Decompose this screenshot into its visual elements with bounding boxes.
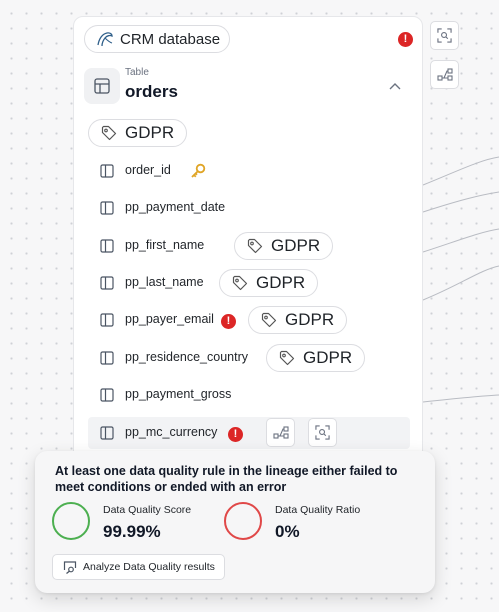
- tag-label: GDPR: [303, 348, 353, 367]
- column-row[interactable]: pp_residence_country GDPR: [88, 342, 410, 374]
- lineage-edge: [422, 156, 499, 186]
- column-lineage-button[interactable]: [266, 418, 295, 447]
- collapse-button[interactable]: [384, 75, 406, 97]
- column-row[interactable]: order_id: [88, 155, 410, 187]
- column-icon: [100, 426, 114, 440]
- column-row-selected[interactable]: pp_mc_currency !: [88, 417, 410, 449]
- column-icon: [100, 313, 114, 327]
- analyze-icon: [63, 561, 77, 574]
- tag-icon: [101, 125, 117, 141]
- tag-label: GDPR: [125, 123, 175, 142]
- column-row[interactable]: pp_payment_date: [88, 192, 410, 224]
- chevron-up-icon: [389, 83, 401, 90]
- score-label: Data Quality Score: [103, 504, 192, 516]
- column-name: pp_payment_gross: [125, 387, 232, 401]
- column-name: order_id: [125, 163, 171, 177]
- column-name: pp_payer_email: [125, 312, 214, 326]
- column-focus-button[interactable]: [308, 418, 337, 447]
- dolphin-icon: [97, 32, 113, 47]
- lineage-edge: [422, 191, 499, 213]
- tag-label: GDPR: [271, 236, 321, 255]
- score-value: 99.99%: [103, 522, 161, 541]
- node-error-icon[interactable]: !: [398, 32, 413, 47]
- column-name: pp_last_name: [125, 275, 204, 289]
- ratio-label: Data Quality Ratio: [275, 504, 361, 516]
- table-kind-label: Table: [125, 67, 149, 78]
- lineage-edge: [422, 228, 499, 253]
- tag-icon: [261, 312, 277, 328]
- ratio-value: 0%: [275, 522, 300, 541]
- tag-icon: [279, 350, 295, 366]
- column-tag[interactable]: GDPR: [248, 306, 348, 334]
- table-node-card[interactable]: CRM database ! Table orders GDPR order_i…: [73, 16, 423, 476]
- database-label: CRM database: [120, 30, 221, 48]
- column-icon: [100, 276, 114, 290]
- column-error-icon[interactable]: !: [221, 314, 236, 329]
- lineage-edge: [422, 265, 499, 301]
- focus-search-icon: [437, 28, 452, 43]
- column-row[interactable]: pp_first_name GDPR: [88, 230, 410, 262]
- column-name: pp_payment_date: [125, 200, 226, 214]
- focus-node-button[interactable]: [430, 21, 459, 50]
- column-name: pp_first_name: [125, 238, 205, 252]
- database-badge[interactable]: CRM database: [84, 25, 230, 53]
- tag-label: GDPR: [256, 273, 306, 292]
- table-tag[interactable]: GDPR: [88, 119, 188, 147]
- column-icon: [100, 201, 114, 215]
- column-tag[interactable]: GDPR: [234, 232, 334, 260]
- key-icon: [191, 163, 206, 178]
- analyze-button-label: Analyze Data Quality results: [83, 561, 215, 573]
- column-name: pp_residence_country: [125, 350, 248, 364]
- column-row[interactable]: pp_payer_email ! GDPR: [88, 304, 410, 336]
- tag-icon: [247, 238, 263, 254]
- table-icon: [84, 68, 120, 104]
- score-status-ring: [52, 502, 90, 540]
- column-row[interactable]: pp_last_name GDPR: [88, 267, 410, 299]
- column-icon: [100, 164, 114, 178]
- column-row[interactable]: pp_payment_gross: [88, 379, 410, 411]
- analyze-data-quality-button[interactable]: Analyze Data Quality results: [52, 554, 225, 580]
- lineage-icon: [436, 68, 453, 81]
- focus-search-icon: [315, 425, 330, 440]
- show-lineage-button[interactable]: [430, 60, 459, 89]
- column-name: pp_mc_currency: [125, 425, 218, 439]
- column-icon: [100, 388, 114, 402]
- column-error-icon[interactable]: !: [228, 427, 243, 442]
- column-tag[interactable]: GDPR: [219, 269, 319, 297]
- data-quality-message: At least one data quality rule in the li…: [55, 464, 398, 494]
- lineage-edge: [422, 394, 499, 403]
- column-icon: [100, 239, 114, 253]
- tag-label: GDPR: [285, 310, 335, 329]
- column-icon: [100, 351, 114, 365]
- data-quality-tooltip: At least one data quality rule in the li…: [35, 451, 435, 593]
- tag-icon: [232, 275, 248, 291]
- lineage-icon: [272, 426, 289, 439]
- table-name: orders: [125, 82, 178, 101]
- ratio-status-ring: [224, 502, 262, 540]
- column-tag[interactable]: GDPR: [266, 344, 366, 372]
- table-header: Table orders: [84, 67, 414, 107]
